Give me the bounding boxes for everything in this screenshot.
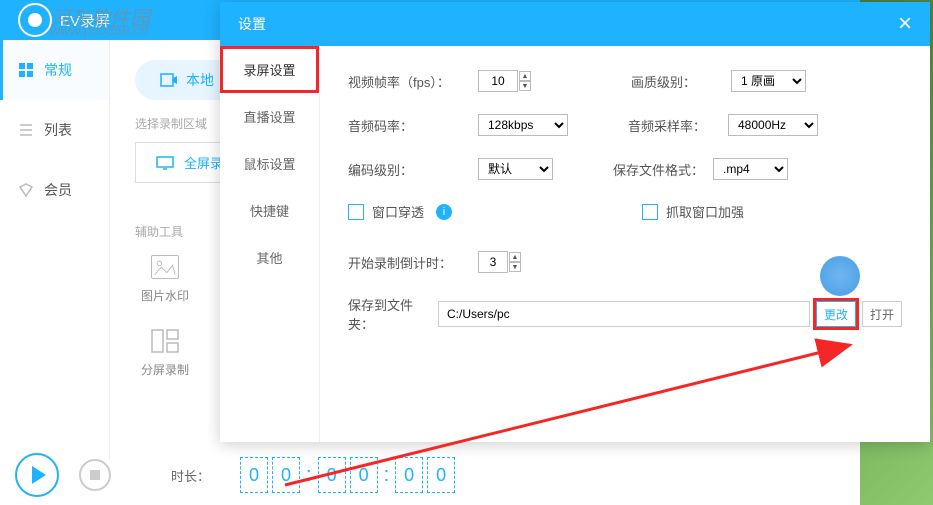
digit: 0 [240, 457, 268, 493]
time-sep: : [304, 464, 314, 487]
digit: 0 [350, 457, 378, 493]
watermark-tool[interactable]: 图片水印 [135, 255, 195, 304]
digit: 0 [395, 457, 423, 493]
sidebar-label: 会员 [44, 180, 72, 200]
quality-select[interactable]: 1 原画 [731, 70, 806, 92]
quality-label: 画质级别： [631, 72, 731, 91]
savepath-input[interactable] [438, 301, 810, 327]
app-logo [15, 0, 55, 40]
digit: 0 [272, 457, 300, 493]
list-icon [18, 122, 34, 138]
change-button[interactable]: 更改 [816, 301, 856, 327]
tab-record-settings[interactable]: 录屏设置 [220, 46, 319, 93]
digit: 0 [318, 457, 346, 493]
split-label: 分屏录制 [141, 361, 189, 378]
dialog-title: 设置 [238, 14, 266, 34]
grid-icon [18, 62, 34, 78]
window-trans-checkbox[interactable] [348, 204, 364, 220]
countdown-label: 开始录制倒计时： [348, 253, 478, 272]
format-label: 保存文件格式： [613, 160, 713, 179]
dialog-sidebar: 录屏设置 直播设置 鼠标设置 快捷键 其他 [220, 46, 320, 442]
tab-other[interactable]: 其他 [220, 234, 319, 281]
sample-select[interactable]: 48000Hz [728, 114, 818, 136]
fps-label: 视频帧率（fps）： [348, 72, 478, 91]
tab-hotkey[interactable]: 快捷键 [220, 187, 319, 234]
time-label: 时长： [171, 466, 210, 485]
audio-label: 音频码率： [348, 116, 478, 135]
watermark-url: www.pc0359.cn [50, 22, 148, 38]
sidebar-item-member[interactable]: 会员 [0, 160, 109, 220]
dialog-header: 设置 × [220, 2, 930, 46]
camera-icon [160, 73, 178, 87]
fps-input[interactable] [478, 70, 518, 92]
tab-label: 本地 [186, 70, 214, 90]
info-icon[interactable]: i [436, 204, 452, 220]
savepath-label: 保存到文件夹： [348, 295, 438, 333]
diamond-icon [18, 182, 34, 198]
tab-mouse-settings[interactable]: 鼠标设置 [220, 140, 319, 187]
sample-label: 音频采样率： [628, 116, 728, 135]
main-sidebar: 常规 列表 会员 [0, 40, 110, 460]
sidebar-label: 常规 [44, 60, 72, 80]
play-icon [32, 466, 46, 484]
sidebar-item-general[interactable]: 常规 [0, 40, 109, 100]
stop-button[interactable] [79, 459, 111, 491]
sidebar-label: 列表 [44, 120, 72, 140]
tab-live-settings[interactable]: 直播设置 [220, 93, 319, 140]
fps-spinner[interactable]: ▲▼ [519, 71, 531, 91]
bottom-bar: 时长： 0 0 : 0 0 : 0 0 [0, 445, 860, 505]
time-sep: : [382, 464, 392, 487]
audio-select[interactable]: 128kbps [478, 114, 568, 136]
stop-icon [90, 470, 100, 480]
compass-icon [820, 256, 860, 296]
split-tool[interactable]: 分屏录制 [135, 329, 195, 378]
close-icon[interactable]: × [898, 10, 912, 38]
window-trans-label: 窗口穿透 [372, 202, 424, 221]
window-enhance-label: 抓取窗口加强 [666, 202, 744, 221]
open-button[interactable]: 打开 [862, 301, 902, 327]
digit: 0 [427, 457, 455, 493]
sidebar-item-list[interactable]: 列表 [0, 100, 109, 160]
window-enhance-checkbox[interactable] [642, 204, 658, 220]
time-display: 0 0 : 0 0 : 0 0 [240, 457, 455, 493]
countdown-spinner[interactable]: ▲▼ [509, 252, 521, 272]
play-button[interactable] [15, 453, 59, 497]
encode-label: 编码级别： [348, 160, 478, 179]
split-icon [151, 329, 179, 353]
countdown-input[interactable] [478, 251, 508, 273]
dialog-body: 录屏设置 直播设置 鼠标设置 快捷键 其他 视频帧率（fps）： ▲▼ 画质级别… [220, 46, 930, 442]
format-select[interactable]: .mp4 [713, 158, 788, 180]
encode-select[interactable]: 默认 [478, 158, 553, 180]
image-icon [151, 255, 179, 279]
dialog-content: 视频帧率（fps）： ▲▼ 画质级别： 1 原画 音频码率： 128kbps 音… [320, 46, 930, 442]
watermark-label: 图片水印 [141, 287, 189, 304]
settings-dialog: 设置 × 录屏设置 直播设置 鼠标设置 快捷键 其他 视频帧率（fps）： ▲▼… [220, 2, 930, 442]
monitor-icon [156, 156, 174, 170]
